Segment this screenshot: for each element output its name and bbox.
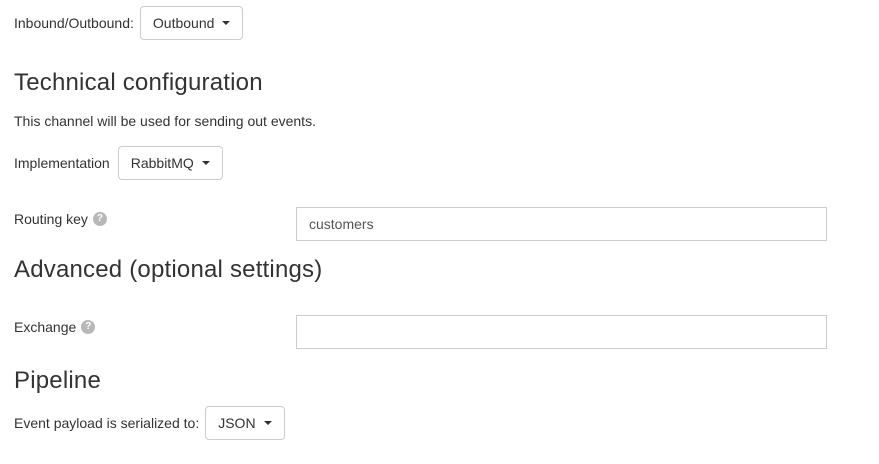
exchange-label-col: Exchange ? bbox=[14, 315, 296, 335]
direction-label: Inbound/Outbound: bbox=[14, 15, 134, 31]
routing-key-label-col: Routing key ? bbox=[14, 207, 296, 227]
technical-configuration-heading: Technical configuration bbox=[14, 69, 263, 96]
direction-row: Inbound/Outbound: Outbound bbox=[14, 6, 879, 40]
routing-key-row: Routing key ? bbox=[14, 207, 879, 242]
serialization-row: Event payload is serialized to: JSON bbox=[14, 406, 879, 441]
implementation-dropdown-value: RabbitMQ bbox=[130, 155, 194, 172]
implementation-dropdown[interactable]: RabbitMQ bbox=[117, 146, 223, 181]
implementation-label: Implementation bbox=[14, 155, 110, 172]
caret-down-icon bbox=[263, 421, 272, 426]
exchange-label: Exchange bbox=[14, 318, 77, 335]
serialization-label: Event payload is serialized to: bbox=[14, 415, 200, 432]
help-icon[interactable]: ? bbox=[92, 212, 107, 227]
direction-dropdown[interactable]: Outbound bbox=[139, 6, 244, 40]
caret-down-icon bbox=[201, 161, 210, 166]
caret-down-icon bbox=[222, 21, 231, 25]
serialization-dropdown-value: JSON bbox=[218, 415, 256, 432]
routing-key-input[interactable] bbox=[296, 207, 827, 242]
pipeline-heading: Pipeline bbox=[14, 366, 101, 394]
routing-key-label: Routing key bbox=[14, 211, 88, 228]
technical-configuration-description: This channel will be used for sending ou… bbox=[14, 113, 316, 130]
exchange-row: Exchange ? bbox=[14, 314, 879, 349]
implementation-row: Implementation RabbitMQ bbox=[14, 146, 879, 181]
help-icon[interactable]: ? bbox=[81, 319, 96, 334]
advanced-settings-heading: Advanced (optional settings) bbox=[14, 256, 323, 284]
direction-dropdown-value: Outbound bbox=[152, 15, 215, 31]
channel-config-form: Inbound/Outbound: Outbound Technical con… bbox=[0, 6, 879, 464]
serialization-dropdown[interactable]: JSON bbox=[205, 406, 285, 441]
exchange-input[interactable] bbox=[296, 314, 827, 349]
